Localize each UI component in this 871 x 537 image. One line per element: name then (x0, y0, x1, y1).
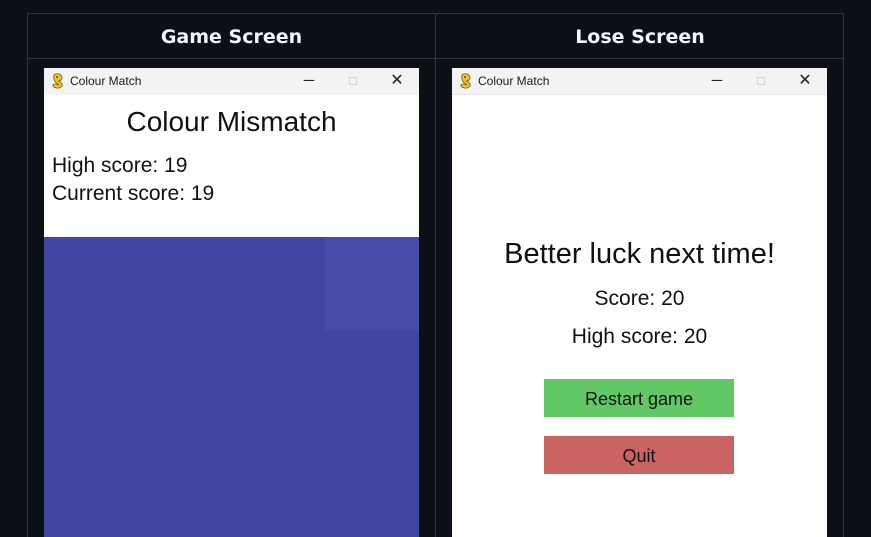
header-lose-screen: Lose Screen (575, 26, 705, 48)
close-button[interactable]: ✕ (783, 68, 827, 95)
column-divider (435, 13, 436, 537)
window-title: Colour Match (478, 74, 550, 88)
restart-game-button[interactable]: Restart game (544, 379, 734, 417)
minimize-button[interactable]: ─ (695, 68, 739, 95)
lose-window: Colour Match ─ □ ✕ Better luck next time… (452, 68, 827, 537)
game-window-titlebar[interactable]: Colour Match ─ □ ✕ (44, 68, 419, 95)
lose-window-titlebar[interactable]: Colour Match ─ □ ✕ (452, 68, 827, 95)
pygame-icon (52, 73, 63, 89)
colour-tile[interactable] (325, 237, 419, 331)
pygame-icon (460, 73, 471, 89)
minimize-button[interactable]: ─ (287, 68, 331, 95)
final-score-label: Score: 20 (594, 287, 685, 310)
current-score-label: Current score: 19 (52, 182, 215, 205)
close-button[interactable]: ✕ (375, 68, 419, 95)
game-heading: Colour Mismatch (126, 106, 337, 137)
maximize-button[interactable]: □ (331, 68, 375, 95)
quit-button[interactable]: Quit (544, 436, 734, 474)
lose-heading: Better luck next time! (504, 238, 775, 270)
window-title: Colour Match (70, 74, 142, 88)
header-game-screen: Game Screen (160, 26, 303, 48)
high-score-label: High score: 19 (52, 154, 188, 177)
high-score-label: High score: 20 (571, 325, 708, 348)
maximize-button[interactable]: □ (739, 68, 783, 95)
game-window: Colour Match ─ □ ✕ Colour Mismatch High … (44, 68, 419, 537)
